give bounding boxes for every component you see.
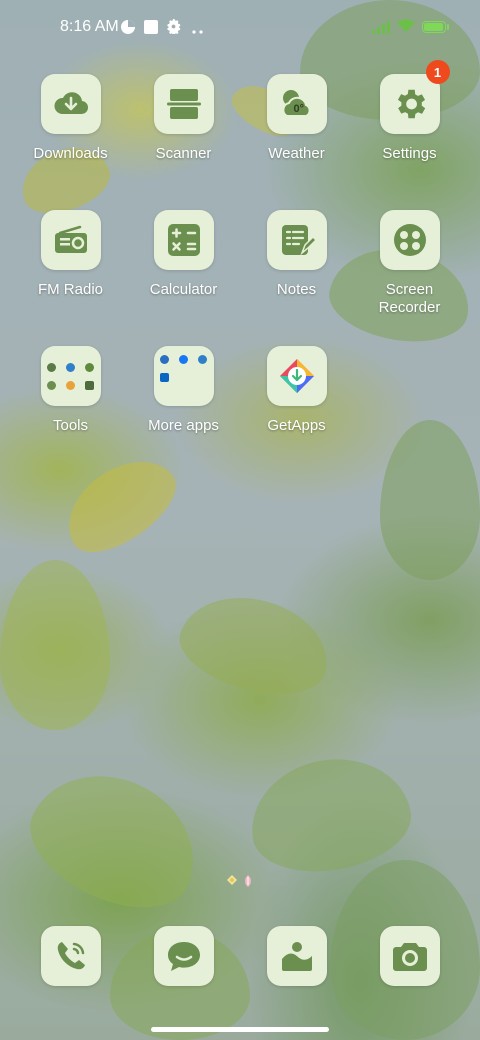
gallery-icon (266, 926, 327, 986)
app-label: Notes (276, 281, 317, 298)
dock-camera[interactable] (353, 926, 466, 986)
home-page-icon (227, 875, 237, 885)
folder-preview (159, 354, 208, 382)
app-thumb-icon (159, 372, 169, 382)
app-getapps[interactable]: GetApps (240, 346, 353, 435)
dock-messages[interactable] (127, 926, 240, 986)
settings-gear-small-icon (166, 19, 181, 39)
getapps-icon (266, 346, 327, 406)
download-cloud-icon (40, 74, 101, 134)
app-weather[interactable]: 0° Weather (240, 74, 353, 163)
page-dot-icon (245, 875, 251, 887)
app-calculator[interactable]: Calculator (127, 210, 240, 299)
phone-icon (40, 926, 101, 986)
app-thumb-icon (84, 362, 94, 372)
camera-icon (379, 926, 440, 986)
app-label: Scanner (155, 145, 212, 162)
status-bar: 8:16 AM (0, 0, 480, 56)
app-thumb-icon (65, 380, 75, 390)
home-indicator[interactable] (151, 1027, 329, 1032)
radio-icon (40, 210, 101, 270)
app-thumb-icon (197, 354, 207, 364)
clock: 8:16 AM (60, 18, 119, 35)
dock-gallery[interactable] (240, 926, 353, 986)
app-label: Tools (52, 417, 89, 434)
page-indicator (226, 874, 254, 888)
notification-square-icon (143, 19, 159, 40)
app-label: Downloads (33, 145, 108, 162)
app-thumb-icon (178, 354, 188, 364)
app-label: GetApps (267, 417, 326, 434)
app-downloads[interactable]: Downloads (14, 74, 127, 163)
data-saver-icon (120, 19, 136, 40)
app-notes[interactable]: Notes (240, 210, 353, 299)
message-icon (153, 926, 214, 986)
app-label: FM Radio (37, 281, 104, 298)
folder-tools[interactable]: Tools (14, 346, 127, 435)
weather-icon: 0° (266, 74, 327, 134)
app-thumb-icon (65, 362, 75, 372)
folder-icon (40, 346, 101, 406)
signal-icon (372, 20, 390, 34)
scanner-icon (153, 74, 214, 134)
app-label: Settings (382, 145, 437, 162)
dock-phone[interactable] (14, 926, 127, 986)
notification-badge: 1 (425, 60, 450, 84)
folder-preview (46, 362, 95, 390)
app-label: Screen Recorder (378, 281, 441, 316)
app-screen-recorder[interactable]: Screen Recorder (353, 210, 466, 317)
app-settings[interactable]: 1 Settings (353, 60, 466, 163)
battery-icon (422, 21, 446, 33)
app-thumb-icon (159, 354, 169, 364)
calculator-icon (153, 210, 214, 270)
app-thumb-icon (84, 380, 94, 390)
wifi-icon (396, 18, 416, 39)
app-label: More apps (148, 417, 219, 434)
app-label: Weather (268, 145, 325, 162)
app-thumb-icon (46, 380, 56, 390)
app-scanner[interactable]: Scanner (127, 74, 240, 163)
notes-icon (266, 210, 327, 270)
battery-fill (424, 23, 443, 31)
app-label: Calculator (149, 281, 218, 298)
app-thumb-icon (46, 362, 56, 372)
weather-temp: 0° (293, 103, 305, 115)
more-dots-icon (191, 22, 205, 40)
screen-recorder-icon (379, 210, 440, 270)
battery-tip (447, 24, 449, 30)
gear-icon: 1 (379, 60, 450, 134)
folder-more-apps[interactable]: More apps (127, 346, 240, 435)
app-fm-radio[interactable]: FM Radio (14, 210, 127, 299)
folder-icon (153, 346, 214, 406)
